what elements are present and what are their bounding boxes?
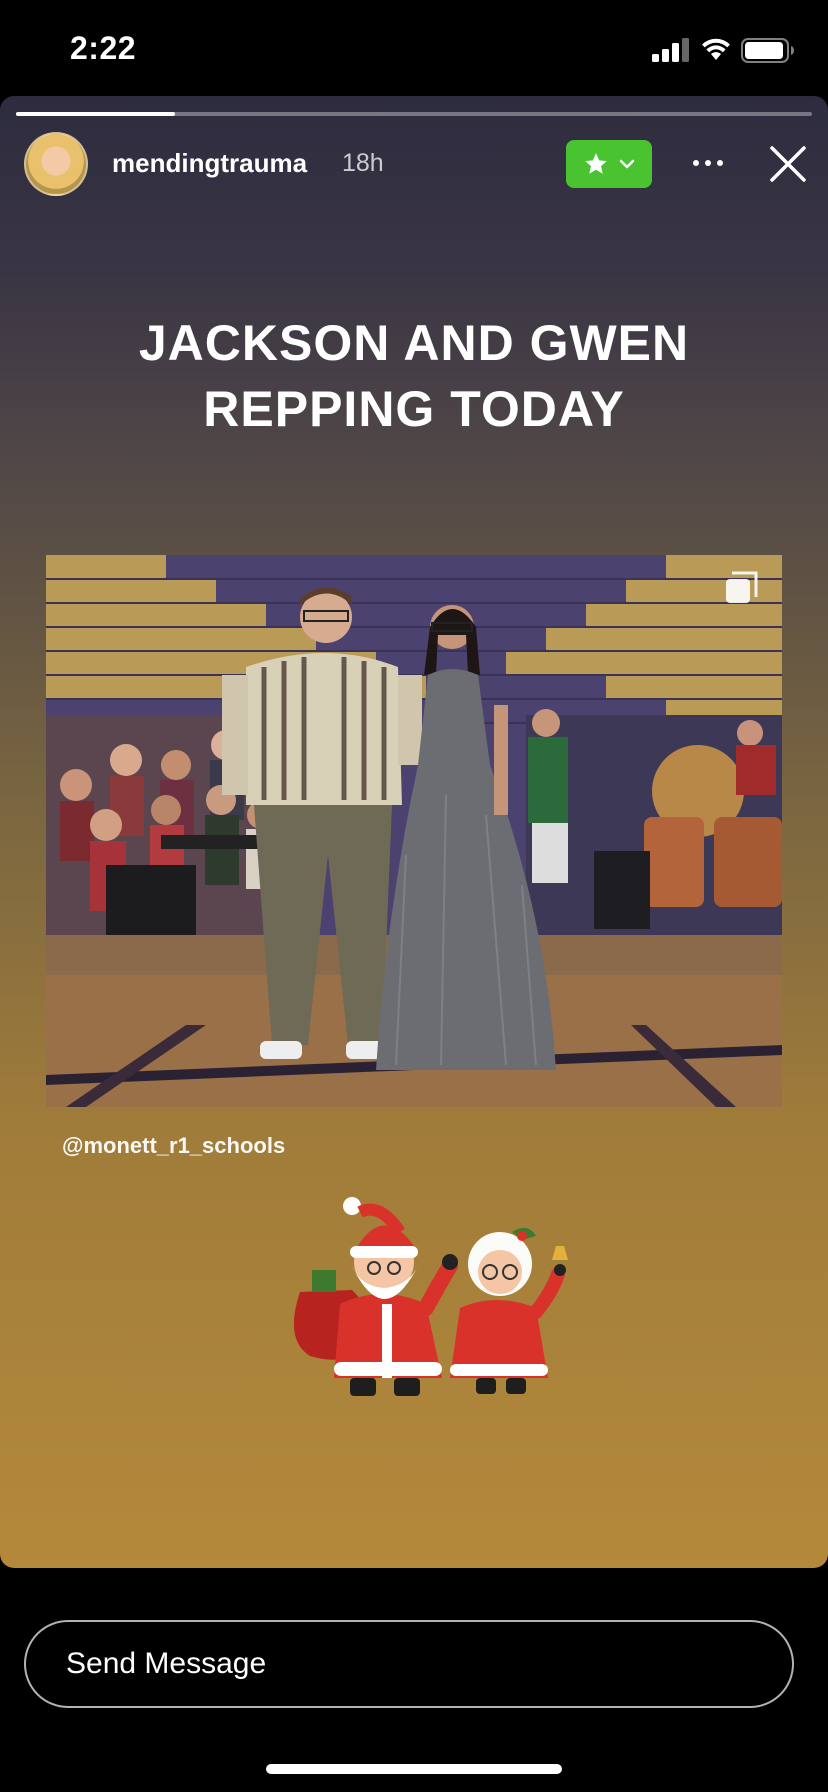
shared-post-photo[interactable] — [46, 555, 782, 1107]
photo-source-tag[interactable]: @monett_r1_schools — [62, 1133, 285, 1159]
chevron-down-icon — [619, 159, 635, 169]
star-icon — [585, 153, 607, 174]
wifi-icon — [702, 38, 730, 60]
cellular-signal-icon — [652, 38, 689, 62]
more-dot-icon — [705, 160, 711, 166]
story-headline: JACKSON AND GWEN REPPING TODAY — [0, 310, 828, 442]
story-viewer[interactable]: mendingtrauma 18h JACKSON AND GWEN REPPI… — [0, 96, 828, 1568]
story-progress-bar — [16, 112, 812, 116]
close-icon[interactable] — [766, 142, 810, 186]
battery-icon — [741, 38, 794, 63]
send-message-input[interactable] — [24, 1620, 794, 1708]
more-options-button[interactable] — [686, 148, 730, 178]
more-dot-icon — [717, 160, 723, 166]
more-dot-icon — [693, 160, 699, 166]
headline-line: JACKSON AND GWEN — [138, 315, 690, 371]
headline-line: REPPING TODAY — [203, 381, 625, 437]
status-time: 2:22 — [70, 30, 137, 66]
story-timestamp: 18h — [342, 149, 384, 177]
avatar[interactable] — [24, 132, 88, 196]
story-progress-fill — [16, 112, 176, 116]
close-friends-badge-button[interactable] — [566, 140, 652, 188]
home-indicator[interactable] — [266, 1764, 562, 1774]
santa-and-mrs-claus-sticker — [293, 1197, 568, 1396]
username[interactable]: mendingtrauma — [112, 148, 307, 179]
status-bar: 2:22 — [0, 0, 828, 96]
